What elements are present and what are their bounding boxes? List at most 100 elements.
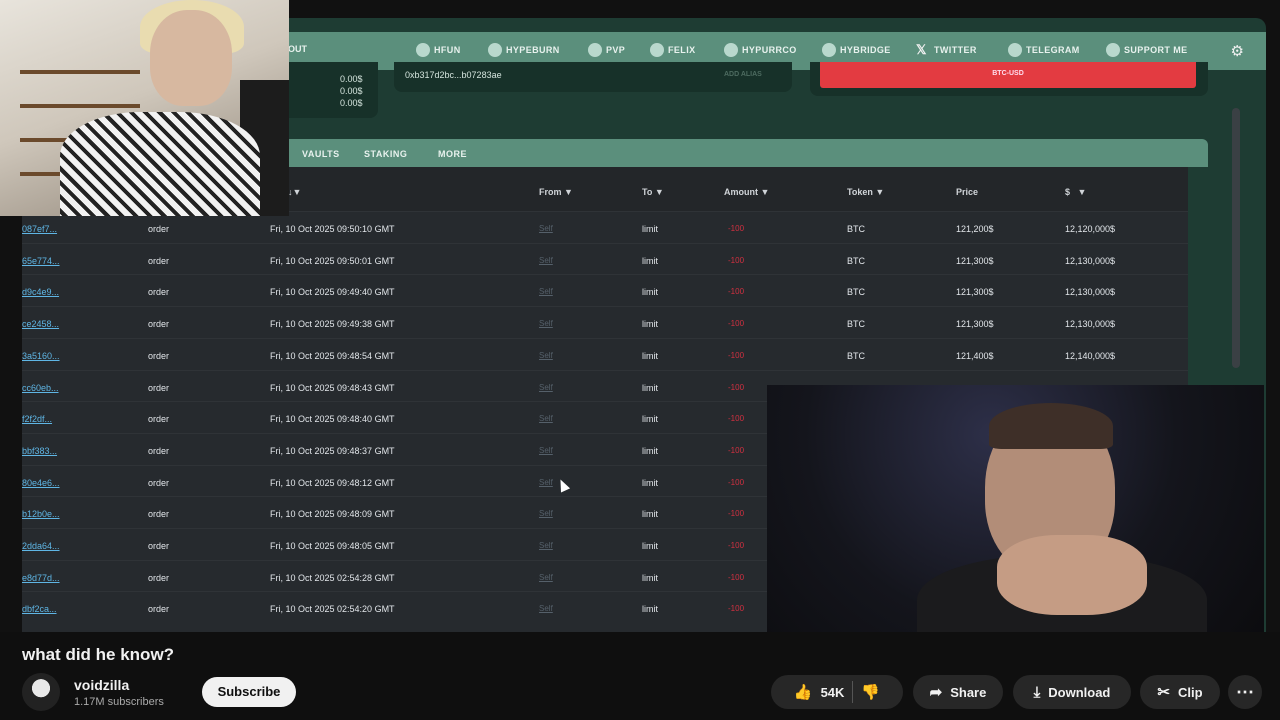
- tx-from[interactable]: Self: [539, 383, 553, 392]
- nav-item-felix[interactable]: FELIX: [650, 43, 696, 57]
- tx-amount: -100: [728, 255, 745, 265]
- tx-from[interactable]: Self: [539, 604, 553, 613]
- tx-to: limit: [642, 477, 658, 488]
- tx-hash-link[interactable]: f2f2df...: [22, 414, 52, 424]
- like-count[interactable]: 54K: [821, 685, 845, 700]
- tx-from[interactable]: Self: [539, 573, 553, 582]
- tx-price: 121,200$: [956, 224, 994, 234]
- download-button[interactable]: ⤓ Download: [1013, 675, 1131, 709]
- tx-type: order: [148, 224, 170, 234]
- tx-usd: 12,130,000$: [1065, 287, 1116, 298]
- channel-avatar[interactable]: [22, 673, 60, 711]
- tx-hash-link[interactable]: 3a5160...: [22, 351, 60, 361]
- nav-item-label: TWITTER: [934, 45, 977, 55]
- nav-item-label: PVP: [606, 45, 626, 55]
- tx-type: order: [148, 572, 170, 583]
- person-shirt: [60, 112, 260, 216]
- table-row[interactable]: 3a5160... order Fri, 10 Oct 2025 09:48:54 …: [22, 337, 1188, 370]
- tx-type: order: [148, 541, 170, 551]
- column-label: Token: [847, 187, 873, 197]
- tx-to: limit: [642, 255, 658, 266]
- table-row[interactable]: 65e774... order Fri, 10 Oct 2025 09:50:01 …: [22, 242, 1188, 275]
- column-to[interactable]: To ▼: [642, 187, 664, 197]
- tx-type: order: [148, 414, 170, 425]
- tx-hash-link[interactable]: 2dda64...: [22, 541, 60, 551]
- tx-from[interactable]: Self: [539, 541, 553, 550]
- nav-item-label: HYPURRCO: [742, 45, 797, 55]
- tx-from[interactable]: Self: [539, 446, 553, 455]
- nav-item-support-me[interactable]: SUPPORT ME: [1106, 43, 1188, 57]
- nav-item-pvp[interactable]: PVP: [588, 43, 625, 57]
- table-row[interactable]: d9c4e9... order Fri, 10 Oct 2025 09:49:40 …: [22, 274, 1188, 306]
- sort-filter-icon[interactable]: ↓▼: [288, 187, 301, 197]
- table-row[interactable]: ce2458... order Fri, 10 Oct 2025 09:49:38 …: [22, 306, 1188, 338]
- tx-usd: 12,130,000$: [1065, 255, 1116, 266]
- tx-from[interactable]: Self: [539, 414, 553, 423]
- tx-price: 121,400$: [956, 350, 994, 361]
- tx-from[interactable]: Self: [539, 287, 553, 296]
- support-icon: [1106, 43, 1120, 57]
- nav-item-label: SUPPORT ME: [1124, 45, 1188, 55]
- tx-hash-link[interactable]: cc60eb...: [22, 383, 59, 393]
- scrollbar[interactable]: [1232, 108, 1240, 368]
- tx-token: BTC: [847, 224, 865, 234]
- tx-usd: 12,140,000$: [1065, 350, 1116, 361]
- tx-time: Fri, 10 Oct 2025 09:50:10 GMT: [270, 224, 395, 234]
- tx-hash-link[interactable]: 087ef7...: [22, 224, 57, 234]
- x-icon: 𝕏: [916, 42, 927, 57]
- tx-type: order: [148, 382, 170, 393]
- tx-price: 121,300$: [956, 255, 994, 266]
- tx-time: Fri, 10 Oct 2025 09:48:40 GMT: [270, 414, 395, 425]
- hypurrco-icon: [724, 43, 738, 57]
- tx-token: BTC: [847, 287, 865, 298]
- tx-hash-link[interactable]: ce2458...: [22, 319, 59, 329]
- nav-item-hypeburn[interactable]: HYPEBURN: [488, 43, 560, 57]
- tab-staking[interactable]: STAKING: [364, 149, 407, 159]
- tx-from[interactable]: Self: [539, 478, 553, 487]
- tx-hash-link[interactable]: e8d77d...: [22, 573, 60, 583]
- pair-button[interactable]: BTC-USD: [820, 62, 1196, 88]
- tx-amount: -100: [728, 604, 745, 614]
- tx-hash-link[interactable]: 65e774...: [22, 256, 60, 266]
- tx-from[interactable]: Self: [539, 224, 553, 233]
- person-hand: [997, 535, 1147, 615]
- tab-vaults[interactable]: VAULTS: [302, 149, 340, 159]
- column-usd[interactable]: $ ▼: [1065, 187, 1086, 197]
- video-player[interactable]: OUT HFUN HYPEBURN PVP FELIX HYPURRCO HYBRIDGE…: [0, 0, 1280, 632]
- like-icon[interactable]: 👍: [794, 683, 813, 701]
- tx-amount: -100: [728, 224, 745, 233]
- nav-item-hybridge[interactable]: HYBRIDGE: [822, 43, 891, 57]
- nav-item-telegram[interactable]: TELEGRAM: [1008, 43, 1080, 57]
- tx-amount: -100: [728, 572, 745, 582]
- tx-hash-link[interactable]: b12b0e...: [22, 509, 60, 519]
- nav-item-partial[interactable]: OUT: [288, 44, 307, 54]
- tx-type: order: [148, 509, 170, 520]
- clip-button[interactable]: ✂ Clip: [1140, 675, 1220, 709]
- column-token[interactable]: Token ▼: [847, 187, 884, 197]
- channel-name[interactable]: voidzilla: [74, 677, 129, 693]
- share-button[interactable]: ➦ Share: [913, 675, 1003, 709]
- column-price[interactable]: Price: [956, 187, 978, 197]
- subscribe-button[interactable]: Subscribe: [202, 677, 296, 707]
- tx-hash-link[interactable]: d9c4e9...: [22, 287, 59, 297]
- tx-to: limit: [642, 509, 658, 520]
- tab-more[interactable]: MORE: [438, 149, 467, 159]
- dislike-icon[interactable]: 👎: [861, 683, 880, 701]
- nav-item-hypurrco[interactable]: HYPURRCO: [724, 43, 797, 57]
- tx-from[interactable]: Self: [539, 351, 553, 360]
- tx-time: Fri, 10 Oct 2025 02:54:20 GMT: [270, 604, 395, 615]
- tx-from[interactable]: Self: [539, 509, 553, 518]
- tx-hash-link[interactable]: bbf383...: [22, 446, 57, 456]
- column-from[interactable]: From ▼: [539, 187, 573, 197]
- column-amount[interactable]: Amount ▼: [724, 187, 769, 197]
- tx-hash-link[interactable]: dbf2ca...: [22, 604, 57, 614]
- gear-icon[interactable]: ⚙: [1231, 42, 1244, 60]
- tx-from[interactable]: Self: [539, 256, 553, 265]
- add-alias-button[interactable]: ADD ALIAS: [724, 71, 762, 78]
- nav-item-hfun[interactable]: HFUN: [416, 43, 461, 57]
- tx-hash-link[interactable]: 80e4e6...: [22, 478, 60, 488]
- nav-item-twitter[interactable]: 𝕏 TWITTER: [916, 43, 977, 57]
- tx-from[interactable]: Self: [539, 319, 553, 328]
- more-actions-button[interactable]: ⋯: [1228, 675, 1262, 709]
- share-icon: ➦: [929, 684, 943, 701]
